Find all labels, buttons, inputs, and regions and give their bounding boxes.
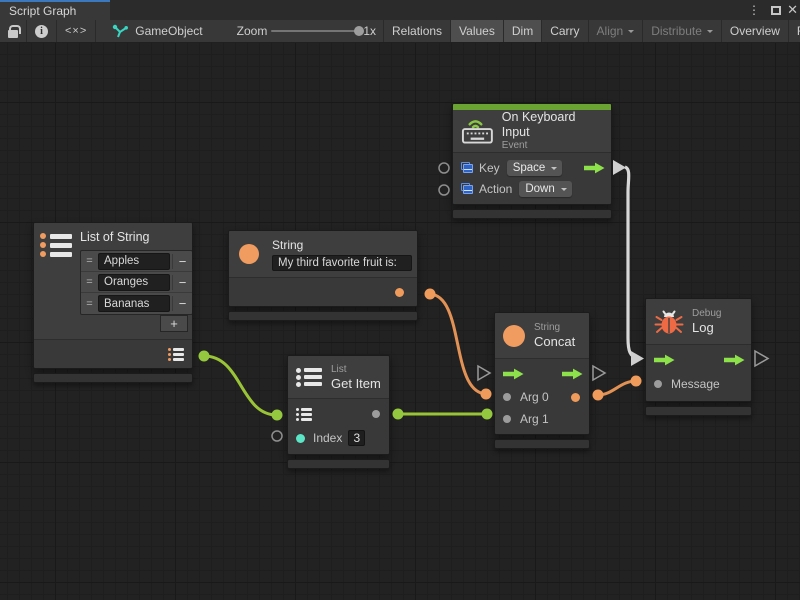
lock-button[interactable]: [0, 20, 27, 42]
index-port-label: Index: [313, 431, 342, 445]
node-footer: [228, 311, 418, 321]
key-port-label: Key: [479, 161, 500, 175]
lock-icon: [8, 25, 18, 38]
string-type-icon: [503, 325, 525, 347]
node-title: List of String: [80, 230, 193, 245]
list-item-row: = Oranges −: [81, 272, 192, 293]
list-icon: [296, 368, 322, 387]
add-item-button[interactable]: +: [160, 315, 188, 332]
node-footer: [33, 373, 193, 383]
node-debug-log[interactable]: Debug Log Message: [645, 298, 752, 416]
relations-button[interactable]: Relations: [384, 20, 451, 42]
node-list-of-string[interactable]: List of String = Apples − = Oranges −: [33, 222, 193, 383]
keyboard-icon: [461, 117, 494, 145]
node-on-keyboard-input[interactable]: On Keyboard Input Event Key Space Action…: [452, 103, 612, 219]
node-category: List: [331, 364, 381, 376]
node-title: On Keyboard Input: [502, 110, 603, 140]
node-category: String: [534, 322, 575, 334]
list-editor: = Apples − = Oranges − = Bananas −: [80, 250, 193, 315]
node-category: Debug: [692, 308, 721, 320]
arg1-port-label: Arg 1: [520, 412, 549, 426]
chevron-down-icon: [561, 188, 567, 194]
gameobject-icon: [112, 24, 129, 39]
flow-out-arrow-icon[interactable]: [724, 354, 745, 366]
arg1-port[interactable]: [503, 415, 511, 423]
maximize-icon[interactable]: [771, 0, 781, 20]
zoom-label: Zoom: [237, 24, 268, 38]
graph-toolbar: i <×> GameObject Zoom 1x Relations Value…: [0, 20, 800, 43]
string-value-input[interactable]: My third favorite fruit is:: [272, 255, 412, 271]
enum-icon: [461, 162, 473, 173]
action-port-label: Action: [479, 182, 512, 196]
flow-in-arrow-icon[interactable]: [503, 368, 524, 380]
overview-button[interactable]: Overview: [722, 20, 789, 42]
list-item-input[interactable]: Apples: [98, 253, 170, 270]
list-output-port-icon[interactable]: [168, 348, 184, 361]
code-icon: <×>: [65, 25, 87, 37]
node-footer: [494, 439, 590, 449]
info-icon: i: [35, 25, 48, 38]
message-port[interactable]: [654, 380, 662, 388]
remove-item-button[interactable]: −: [172, 296, 192, 311]
arg0-port[interactable]: [503, 393, 511, 401]
remove-item-button[interactable]: −: [172, 254, 192, 269]
drag-handle-icon[interactable]: =: [81, 276, 98, 288]
chevron-down-icon: [551, 167, 557, 173]
flow-out-arrow-icon[interactable]: [562, 368, 583, 380]
zoom-control: Zoom 1x: [237, 20, 376, 42]
bug-icon: [654, 307, 684, 337]
code-view-button[interactable]: <×>: [57, 20, 96, 42]
node-title: Concat: [534, 334, 575, 349]
message-port-label: Message: [671, 377, 720, 391]
list-item-row: = Apples −: [81, 251, 192, 272]
item-output-port[interactable]: [372, 410, 380, 418]
list-icon: [40, 233, 72, 257]
node-footer: [452, 209, 612, 219]
align-button[interactable]: Align: [589, 20, 644, 42]
close-icon[interactable]: ✕: [787, 0, 798, 20]
node-concat[interactable]: String Concat Arg 0 Arg 1: [494, 312, 590, 449]
node-get-item[interactable]: List Get Item Index 3: [287, 355, 390, 469]
list-item-input[interactable]: Bananas: [98, 295, 170, 312]
node-string-literal[interactable]: String My third favorite fruit is:: [228, 230, 418, 321]
flow-in-arrow-icon[interactable]: [654, 354, 675, 366]
drag-handle-icon[interactable]: =: [81, 298, 98, 310]
distribute-button[interactable]: Distribute: [643, 20, 722, 42]
string-output-port[interactable]: [395, 288, 404, 297]
enum-icon: [461, 183, 473, 194]
arg0-port-label: Arg 0: [520, 390, 549, 404]
window-menu-icon[interactable]: ⋮: [748, 0, 760, 20]
info-button[interactable]: i: [27, 20, 57, 42]
node-footer: [287, 459, 390, 469]
zoom-value: 1x: [363, 24, 376, 38]
chevron-down-icon: [628, 30, 634, 36]
node-title: String: [272, 238, 412, 253]
carry-button[interactable]: Carry: [542, 20, 588, 42]
node-footer: [645, 406, 752, 416]
result-output-port[interactable]: [571, 393, 580, 402]
tab-script-graph[interactable]: Script Graph: [0, 0, 110, 20]
zoom-slider[interactable]: [271, 30, 359, 32]
node-subtitle: Event: [502, 140, 603, 152]
list-item-input[interactable]: Oranges: [98, 274, 170, 291]
index-value-input[interactable]: 3: [348, 430, 365, 446]
node-title: Log: [692, 320, 721, 335]
gameobject-label: GameObject: [135, 24, 202, 38]
action-dropdown[interactable]: Down: [519, 181, 571, 197]
flow-out-arrow-icon: [584, 162, 605, 174]
remove-item-button[interactable]: −: [172, 275, 192, 290]
tab-bar: Script Graph ⋮ ✕: [0, 0, 800, 20]
gameobject-target[interactable]: GameObject: [106, 20, 208, 42]
index-port[interactable]: [296, 434, 305, 443]
fullscreen-button[interactable]: Full Screen: [789, 20, 800, 42]
values-button[interactable]: Values: [451, 20, 504, 42]
list-item-row: = Bananas −: [81, 293, 192, 314]
list-input-port-icon[interactable]: [296, 408, 312, 421]
string-type-icon: [239, 244, 259, 264]
key-dropdown[interactable]: Space: [507, 160, 563, 176]
chevron-down-icon: [707, 30, 713, 36]
node-title: Get Item: [331, 376, 381, 391]
drag-handle-icon[interactable]: =: [81, 255, 98, 267]
dim-button[interactable]: Dim: [504, 20, 542, 42]
